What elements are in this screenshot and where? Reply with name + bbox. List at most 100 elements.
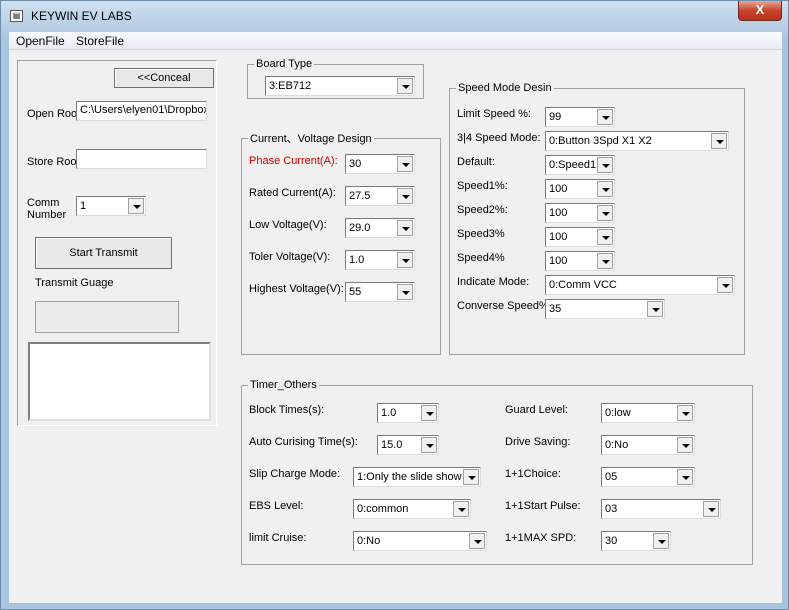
speed2-select[interactable]: 100 bbox=[545, 203, 615, 223]
app-icon: ▤ bbox=[10, 10, 23, 22]
chevron-down-icon[interactable] bbox=[597, 253, 613, 269]
speed4-label: Speed4% bbox=[457, 252, 505, 264]
close-button[interactable]: X bbox=[738, 1, 782, 21]
speed1-select[interactable]: 100 bbox=[545, 179, 615, 199]
rated-current-select[interactable]: 27.5 bbox=[345, 186, 415, 206]
drive-saving-label: Drive Saving: bbox=[505, 436, 571, 448]
toler-voltage-select[interactable]: 1.0 bbox=[345, 250, 415, 270]
low-voltage-select[interactable]: 29.0 bbox=[345, 218, 415, 238]
chevron-down-icon[interactable] bbox=[397, 156, 413, 172]
board-type-legend: Board Type bbox=[256, 58, 313, 70]
transmit-progress bbox=[35, 301, 179, 333]
chevron-down-icon[interactable] bbox=[677, 405, 693, 421]
chevron-down-icon[interactable] bbox=[647, 301, 663, 317]
auto-cruising-time-select[interactable]: 15.0 bbox=[377, 435, 439, 455]
comm-number-label: Number bbox=[27, 209, 67, 221]
converse-speed-label: Converse Speed% bbox=[457, 300, 549, 312]
phase-current-select[interactable]: 30 bbox=[345, 154, 415, 174]
one-plus-one-choice-label: 1+1Choice: bbox=[505, 468, 561, 480]
highest-voltage-select[interactable]: 55 bbox=[345, 282, 415, 302]
low-voltage-label: Low Voltage(V): bbox=[249, 219, 327, 231]
default-select[interactable]: 0:Speed1 bbox=[545, 155, 615, 175]
comm-label: Comm bbox=[27, 197, 60, 209]
speed3-select[interactable]: 100 bbox=[545, 227, 615, 247]
chevron-down-icon[interactable] bbox=[711, 133, 727, 149]
timer-others-legend: Timer_Others bbox=[250, 379, 317, 391]
ebs-level-select[interactable]: 0:common bbox=[353, 499, 471, 519]
chevron-down-icon[interactable] bbox=[469, 533, 485, 549]
ebs-level-label: EBS Level: bbox=[249, 500, 304, 512]
chevron-down-icon[interactable] bbox=[397, 78, 413, 94]
limit-cruise-label: limit Cruise: bbox=[249, 532, 307, 544]
speed-mode-legend: Speed Mode Desin bbox=[458, 82, 552, 94]
chevron-down-icon[interactable] bbox=[597, 181, 613, 197]
chevron-down-icon[interactable] bbox=[421, 405, 437, 421]
one-plus-one-start-pulse-label: 1+1Start Pulse: bbox=[505, 500, 581, 512]
chevron-down-icon[interactable] bbox=[597, 205, 613, 221]
transmit-guage-label: Transmit Guage bbox=[35, 277, 114, 289]
chevron-down-icon[interactable] bbox=[677, 469, 693, 485]
menu-openfile[interactable]: OpenFile bbox=[16, 34, 65, 48]
one-plus-one-choice-select[interactable]: 05 bbox=[601, 467, 695, 487]
one-plus-one-max-spd-select[interactable]: 30 bbox=[601, 531, 671, 551]
chevron-down-icon[interactable] bbox=[397, 220, 413, 236]
window-title: KEYWIN EV LABS bbox=[31, 9, 132, 23]
chevron-down-icon[interactable] bbox=[717, 277, 733, 293]
store-root-label: Store Roo bbox=[27, 156, 77, 168]
one-plus-one-max-spd-label: 1+1MAX SPD: bbox=[505, 532, 577, 544]
speed4-select[interactable]: 100 bbox=[545, 251, 615, 271]
converse-speed-select[interactable]: 35 bbox=[545, 299, 665, 319]
open-root-field[interactable]: C:\Users\elyen01\Dropbox bbox=[76, 101, 207, 121]
speed-mode-34-select[interactable]: 0:Button 3Spd X1 X2 bbox=[545, 131, 729, 151]
chevron-down-icon[interactable] bbox=[703, 501, 719, 517]
speed1-label: Speed1%: bbox=[457, 180, 508, 192]
conceal-button[interactable]: <<Conceal bbox=[114, 68, 214, 88]
app-window: ▤ KEYWIN EV LABS X OpenFile StoreFile <<… bbox=[0, 0, 789, 610]
chevron-down-icon[interactable] bbox=[397, 284, 413, 300]
indicate-mode-label: Indicate Mode: bbox=[457, 276, 530, 288]
auto-cruising-time-label: Auto Curising Time(s): bbox=[249, 436, 358, 448]
limit-cruise-select[interactable]: 0:No bbox=[353, 531, 487, 551]
rated-current-label: Rated Current(A): bbox=[249, 187, 336, 199]
chevron-down-icon[interactable] bbox=[597, 229, 613, 245]
chevron-down-icon[interactable] bbox=[597, 109, 613, 125]
default-label: Default: bbox=[457, 156, 495, 168]
toler-voltage-label: Toler Voltage(V): bbox=[249, 251, 331, 263]
phase-current-label: Phase Current(A): bbox=[249, 155, 338, 167]
one-plus-one-start-pulse-select[interactable]: 03 bbox=[601, 499, 721, 519]
log-box[interactable] bbox=[28, 342, 211, 421]
chevron-down-icon[interactable] bbox=[597, 157, 613, 173]
limit-speed-label: Limit Speed %: bbox=[457, 108, 531, 120]
start-transmit-button[interactable]: Start Transmit bbox=[35, 237, 172, 269]
chevron-down-icon[interactable] bbox=[463, 469, 479, 485]
limit-speed-select[interactable]: 99 bbox=[545, 107, 615, 127]
store-root-field[interactable] bbox=[76, 149, 207, 169]
menu-bar: OpenFile StoreFile bbox=[9, 32, 782, 50]
chevron-down-icon[interactable] bbox=[421, 437, 437, 453]
chevron-down-icon[interactable] bbox=[677, 437, 693, 453]
open-root-label: Open Roo bbox=[27, 108, 78, 120]
guard-level-label: Guard Level: bbox=[505, 404, 568, 416]
speed2-label: Speed2%: bbox=[457, 204, 508, 216]
chevron-down-icon[interactable] bbox=[128, 198, 144, 214]
speed3-label: Speed3% bbox=[457, 228, 505, 240]
slip-charge-mode-label: Slip Charge Mode: bbox=[249, 468, 341, 480]
chevron-down-icon[interactable] bbox=[653, 533, 669, 549]
block-times-select[interactable]: 1.0 bbox=[377, 403, 439, 423]
title-bar: ▤ KEYWIN EV LABS X bbox=[1, 1, 788, 31]
highest-voltage-label: Highest Voltage(V): bbox=[249, 283, 344, 295]
guard-level-select[interactable]: 0:low bbox=[601, 403, 695, 423]
current-voltage-legend: Current、Voltage Design bbox=[250, 133, 372, 145]
left-panel: <<Conceal Open Roo C:\Users\elyen01\Drop… bbox=[17, 60, 217, 426]
block-times-label: Block Times(s): bbox=[249, 404, 325, 416]
chevron-down-icon[interactable] bbox=[453, 501, 469, 517]
menu-storefile[interactable]: StoreFile bbox=[76, 34, 124, 48]
drive-saving-select[interactable]: 0:No bbox=[601, 435, 695, 455]
comm-number-select[interactable]: 1 bbox=[76, 196, 146, 216]
client-area: <<Conceal Open Roo C:\Users\elyen01\Drop… bbox=[9, 50, 782, 603]
slip-charge-mode-select[interactable]: 1:Only the slide show l bbox=[353, 467, 481, 487]
chevron-down-icon[interactable] bbox=[397, 252, 413, 268]
indicate-mode-select[interactable]: 0:Comm VCC bbox=[545, 275, 735, 295]
chevron-down-icon[interactable] bbox=[397, 188, 413, 204]
board-type-select[interactable]: 3:EB712 bbox=[265, 76, 415, 96]
